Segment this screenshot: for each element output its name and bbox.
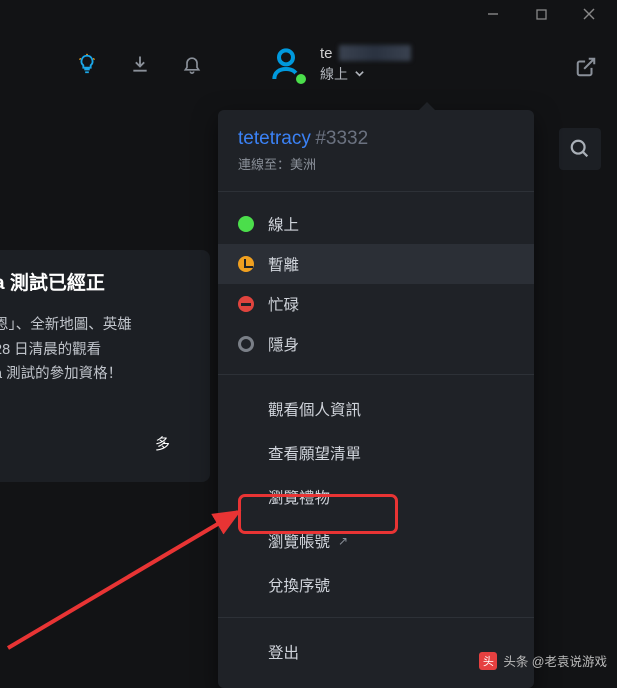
close-button[interactable]	[567, 0, 611, 28]
status-label: 隱身	[268, 333, 299, 355]
menu-item[interactable]: 瀏覽帳號 ↗	[218, 519, 534, 563]
menu-item-label: 查看願望清單	[268, 442, 361, 464]
dropdown-username: tetetracy	[238, 128, 311, 149]
watermark-badge: 头	[479, 652, 497, 670]
tips-icon[interactable]	[76, 53, 98, 75]
username-blur	[339, 45, 411, 61]
divider	[218, 374, 534, 375]
status-option-busy[interactable]: 忙碌	[218, 284, 534, 324]
busy-status-icon	[238, 296, 254, 312]
news-title: a 測試已經正	[0, 268, 196, 295]
away-status-icon	[238, 256, 254, 272]
status-option-away[interactable]: 暫離	[218, 244, 534, 284]
search-button[interactable]	[559, 128, 601, 170]
news-line: 28 日清晨的觀看	[0, 338, 196, 363]
news-line: 恩」、全新地圖、英雄	[0, 313, 196, 338]
divider	[218, 191, 534, 192]
menu-item-label: 觀看個人資訊	[268, 398, 361, 420]
minimize-button[interactable]	[471, 0, 515, 28]
chevron-down-icon	[354, 68, 365, 79]
dropdown-tag: #3332	[315, 128, 368, 149]
watermark: 头 头条 @老袁说游戏	[479, 651, 607, 670]
status-option-online[interactable]: 線上	[218, 204, 534, 244]
news-card: a 測試已經正 恩」、全新地圖、英雄 28 日清晨的觀看 a 測試的參加資格！ …	[0, 250, 210, 482]
invisible-status-icon	[238, 336, 254, 352]
status-label: 線上	[268, 213, 299, 235]
menu-item-label: 瀏覽帳號	[268, 530, 330, 552]
menu-item[interactable]: 兌換序號	[218, 563, 534, 607]
menu-item[interactable]: 瀏覽禮物	[218, 475, 534, 519]
user-menu-trigger[interactable]: te 線上	[258, 36, 431, 92]
status-label: 忙碌	[268, 293, 299, 315]
watermark-text: 头条 @老袁说游戏	[503, 651, 607, 670]
status-option-invisible[interactable]: 隱身	[218, 324, 534, 364]
maximize-button[interactable]	[519, 0, 563, 28]
menu-item[interactable]: 查看願望清單	[218, 431, 534, 475]
divider	[218, 617, 534, 618]
menu-item-label: 瀏覽禮物	[268, 486, 330, 508]
avatar	[264, 42, 308, 86]
status-indicator-online	[293, 71, 309, 87]
online-status-icon	[238, 216, 254, 232]
menu-item[interactable]: 觀看個人資訊	[218, 387, 534, 431]
menu-item-label: 登出	[268, 641, 299, 663]
menu-item-label: 兌換序號	[268, 574, 330, 596]
download-icon[interactable]	[130, 54, 150, 74]
external-link-button[interactable]	[575, 56, 597, 83]
more-button[interactable]: 多	[0, 423, 196, 464]
external-arrow-icon: ↗	[338, 534, 348, 548]
bell-icon[interactable]	[182, 54, 202, 74]
user-dropdown: tetetracy #3332 連線至：美洲 線上暫離忙碌隱身 觀看個人資訊查看…	[218, 110, 534, 688]
dropdown-region: 連線至：美洲	[238, 154, 514, 173]
news-line: a 測試的參加資格！	[0, 362, 196, 387]
status-label: 線上	[320, 64, 348, 84]
status-label: 暫離	[268, 253, 299, 275]
username-prefix: te	[320, 45, 333, 62]
